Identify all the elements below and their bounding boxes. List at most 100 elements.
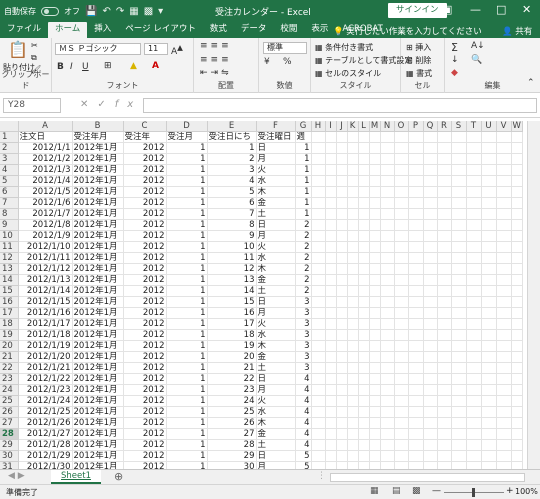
- cell-A4[interactable]: 2012/1/3: [18, 164, 73, 176]
- cell-N6[interactable]: [380, 186, 395, 198]
- cell-C31[interactable]: 2012: [123, 461, 167, 469]
- cell-N20[interactable]: [380, 340, 395, 352]
- cell-V23[interactable]: [496, 373, 512, 385]
- cell-E16[interactable]: 15: [207, 296, 257, 308]
- cell-N10[interactable]: [380, 230, 395, 242]
- cell-H4[interactable]: [311, 164, 326, 176]
- cell-F30[interactable]: 日: [256, 450, 296, 462]
- cell-E15[interactable]: 14: [207, 285, 257, 297]
- copy-icon[interactable]: ⧉: [31, 53, 37, 63]
- save-icon[interactable]: 💾: [85, 6, 97, 17]
- cell-V30[interactable]: [496, 450, 512, 462]
- cell-A16[interactable]: 2012/1/15: [18, 296, 73, 308]
- cell-V29[interactable]: [496, 439, 512, 451]
- cell-G3[interactable]: 1: [295, 153, 312, 165]
- customize-icon[interactable]: ▾: [158, 6, 163, 17]
- cell-M2[interactable]: [369, 142, 381, 154]
- cell-A6[interactable]: 2012/1/5: [18, 186, 73, 198]
- cell-I17[interactable]: [325, 307, 337, 319]
- cell-A2[interactable]: 2012/1/1: [18, 142, 73, 154]
- cell-J9[interactable]: [336, 219, 348, 231]
- share-button[interactable]: 👤 共有: [502, 25, 532, 37]
- cell-A21[interactable]: 2012/1/20: [18, 351, 73, 363]
- cell-R31[interactable]: [437, 461, 452, 469]
- cell-C29[interactable]: 2012: [123, 439, 167, 451]
- page-layout-icon[interactable]: ▤: [392, 486, 401, 496]
- grow-font-icon[interactable]: A▲: [171, 43, 183, 57]
- cell-G30[interactable]: 5: [295, 450, 312, 462]
- cell-K16[interactable]: [347, 296, 359, 308]
- cell-M25[interactable]: [369, 395, 381, 407]
- cell-O28[interactable]: [394, 428, 409, 440]
- number-format-select[interactable]: 標準: [263, 42, 307, 54]
- cell-H18[interactable]: [311, 318, 326, 330]
- tab-6[interactable]: 校閲: [273, 22, 304, 38]
- cell-P10[interactable]: [408, 230, 424, 242]
- cell-K8[interactable]: [347, 208, 359, 220]
- cell-D2[interactable]: 1: [166, 142, 208, 154]
- cell-B27[interactable]: 2012年1月: [72, 417, 124, 429]
- cell-B7[interactable]: 2012年1月: [72, 197, 124, 209]
- cell-N12[interactable]: [380, 252, 395, 264]
- cell-W3[interactable]: [511, 153, 523, 165]
- ribbon-display-icon[interactable]: ▣: [442, 3, 452, 16]
- cell-O8[interactable]: [394, 208, 409, 220]
- cell-U28[interactable]: [481, 428, 497, 440]
- cell-B8[interactable]: 2012年1月: [72, 208, 124, 220]
- row-header-3[interactable]: 3: [0, 153, 19, 165]
- cell-Q29[interactable]: [423, 439, 438, 451]
- cell-D20[interactable]: 1: [166, 340, 208, 352]
- cell-V10[interactable]: [496, 230, 512, 242]
- cell-J31[interactable]: [336, 461, 348, 469]
- cell-I15[interactable]: [325, 285, 337, 297]
- cell-G20[interactable]: 3: [295, 340, 312, 352]
- cell-G4[interactable]: 1: [295, 164, 312, 176]
- cell-P22[interactable]: [408, 362, 424, 374]
- cell-Q23[interactable]: [423, 373, 438, 385]
- column-header-E[interactable]: E: [207, 121, 257, 132]
- cell-Q3[interactable]: [423, 153, 438, 165]
- cell-D15[interactable]: 1: [166, 285, 208, 297]
- cell-O19[interactable]: [394, 329, 409, 341]
- cell-A8[interactable]: 2012/1/7: [18, 208, 73, 220]
- cell-J13[interactable]: [336, 263, 348, 275]
- cell-D22[interactable]: 1: [166, 362, 208, 374]
- cell-N21[interactable]: [380, 351, 395, 363]
- cell-R28[interactable]: [437, 428, 452, 440]
- cell-R17[interactable]: [437, 307, 452, 319]
- cell-W1[interactable]: [511, 131, 523, 143]
- cell-J3[interactable]: [336, 153, 348, 165]
- cell-O9[interactable]: [394, 219, 409, 231]
- vertical-scrollbar[interactable]: [527, 121, 540, 469]
- cell-H20[interactable]: [311, 340, 326, 352]
- currency-icon[interactable]: ¥: [264, 57, 270, 67]
- cell-E2[interactable]: 1: [207, 142, 257, 154]
- cell-S4[interactable]: [451, 164, 467, 176]
- cell-S17[interactable]: [451, 307, 467, 319]
- cell-N31[interactable]: [380, 461, 395, 469]
- cell-B13[interactable]: 2012年1月: [72, 263, 124, 275]
- cell-N16[interactable]: [380, 296, 395, 308]
- cell-F6[interactable]: 木: [256, 186, 296, 198]
- cell-T11[interactable]: [466, 241, 482, 253]
- cell-U8[interactable]: [481, 208, 497, 220]
- cell-D13[interactable]: 1: [166, 263, 208, 275]
- close-icon[interactable]: ✕: [522, 3, 531, 16]
- cell-I9[interactable]: [325, 219, 337, 231]
- row-header-14[interactable]: 14: [0, 274, 19, 286]
- cell-K22[interactable]: [347, 362, 359, 374]
- cell-D1[interactable]: 受注月: [166, 131, 208, 143]
- cell-O22[interactable]: [394, 362, 409, 374]
- cell-D24[interactable]: 1: [166, 384, 208, 396]
- cell-I7[interactable]: [325, 197, 337, 209]
- cell-S10[interactable]: [451, 230, 467, 242]
- cell-K9[interactable]: [347, 219, 359, 231]
- column-header-A[interactable]: A: [18, 121, 73, 132]
- cell-A10[interactable]: 2012/1/9: [18, 230, 73, 242]
- cell-style-button[interactable]: ▦ セルのスタイル: [315, 68, 381, 79]
- cell-A14[interactable]: 2012/1/13: [18, 274, 73, 286]
- cell-T24[interactable]: [466, 384, 482, 396]
- cell-V14[interactable]: [496, 274, 512, 286]
- cell-J6[interactable]: [336, 186, 348, 198]
- cell-O30[interactable]: [394, 450, 409, 462]
